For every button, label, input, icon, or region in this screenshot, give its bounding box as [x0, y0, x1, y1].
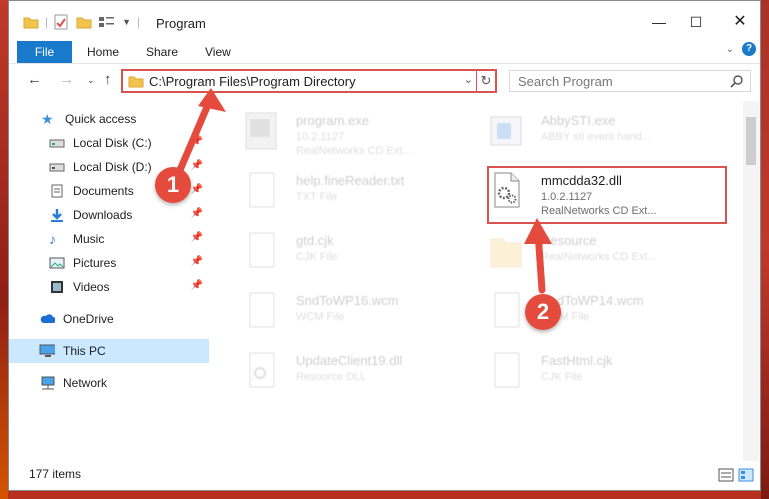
arrow-to-address-bar	[176, 88, 226, 174]
step-1-badge: 1	[155, 167, 191, 203]
annotation-arrows	[176, 88, 552, 294]
step-2-badge: 2	[525, 294, 561, 330]
arrow-to-dll-file	[524, 218, 552, 294]
